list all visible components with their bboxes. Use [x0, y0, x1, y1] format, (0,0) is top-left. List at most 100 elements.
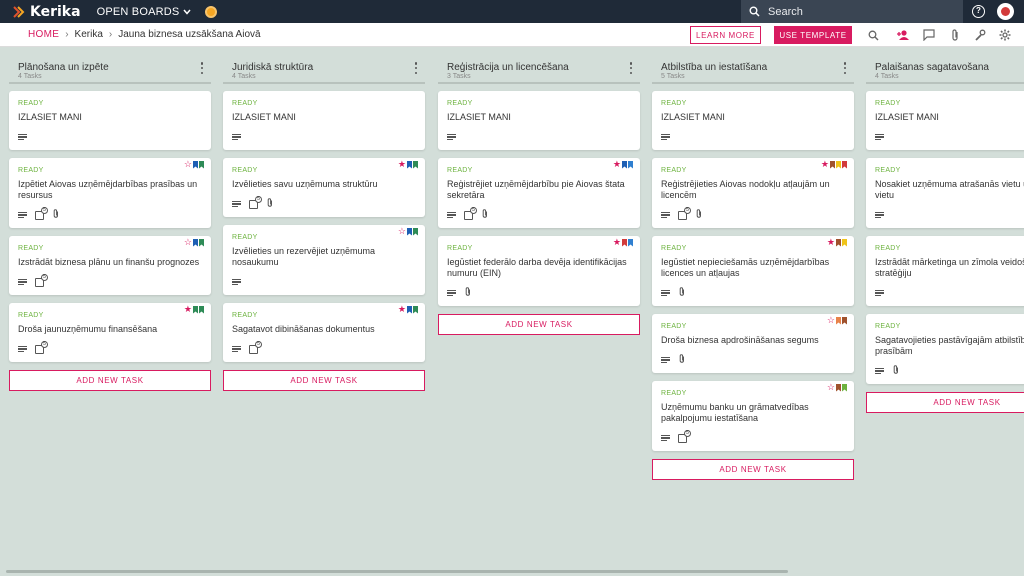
card-indicators [447, 287, 631, 298]
card-tags: ★ [613, 160, 633, 169]
avatar-image [1001, 7, 1010, 16]
more-vert-icon[interactable] [200, 62, 204, 74]
bookmark-tag-icon [622, 238, 627, 247]
settings-gear-icon[interactable] [998, 28, 1012, 42]
task-card[interactable]: ☆ READY Izvēlieties un rezervējiet uzņēmum… [223, 225, 425, 295]
star-outline-icon[interactable]: ☆ [827, 316, 835, 325]
task-card[interactable]: READY IZLASIET MANI [438, 91, 640, 150]
open-boards-menu[interactable]: OPEN BOARDS [97, 6, 192, 18]
star-filled-icon[interactable]: ★ [613, 160, 621, 169]
card-status: READY [875, 245, 901, 252]
task-card[interactable]: READY IZLASIET MANI [9, 91, 211, 150]
card-indicators [875, 365, 1024, 376]
task-card[interactable]: ★ READY Droša jaunuzņēmumu finansēšana 5 [9, 303, 211, 362]
search-box[interactable]: Search [741, 0, 963, 23]
wrench-icon[interactable] [973, 28, 987, 42]
task-card[interactable]: ☆ READY Uzņēmumu banku un grāmatvedības pa… [652, 381, 854, 451]
add-person-icon[interactable] [896, 28, 910, 42]
checklist-count: 5 [255, 195, 262, 203]
avatar[interactable] [997, 3, 1014, 20]
bookmark-tag-icon [199, 160, 204, 169]
card-indicators [875, 210, 1024, 220]
use-template-button[interactable]: USE TEMPLATE [774, 26, 852, 44]
add-new-task-button[interactable]: ADD NEW TASK [9, 370, 211, 391]
task-card[interactable]: ★ READY Iegūstiet nepieciešamās uzņēmējdar… [652, 236, 854, 306]
star-outline-icon[interactable]: ☆ [184, 238, 192, 247]
bookmark-tag-icon [836, 383, 841, 392]
column-task-count: 4 Tasks [18, 73, 42, 80]
column-header: Palaišanas sagatavošana 4 Tasks [866, 56, 1024, 84]
breadcrumb-workspace[interactable]: Kerika [75, 29, 103, 40]
attachment-icon [695, 209, 703, 221]
task-card[interactable]: READY Izstrādāt mārketinga un zīmola veid… [866, 236, 1024, 306]
star-filled-icon[interactable]: ★ [398, 160, 406, 169]
sun-icon[interactable] [205, 5, 218, 18]
task-card[interactable]: READY IZLASIET MANI [652, 91, 854, 150]
more-vert-icon[interactable] [414, 62, 418, 74]
task-card[interactable]: ★ READY Izvēlieties savu uzņēmuma struktūr… [223, 158, 425, 217]
star-filled-icon[interactable]: ★ [398, 305, 406, 314]
card-status: READY [875, 323, 901, 330]
learn-more-button[interactable]: LEARN MORE [690, 26, 761, 44]
task-card[interactable]: ☆ READY Droša biznesa apdrošināšanas segum… [652, 314, 854, 373]
board-search-icon[interactable] [866, 28, 880, 42]
star-filled-icon[interactable]: ★ [821, 160, 829, 169]
task-card[interactable]: ★ READY Reģistrējieties Aiovas nodokļu atļ… [652, 158, 854, 228]
description-icon [447, 133, 456, 141]
add-new-task-button[interactable]: ADD NEW TASK [438, 314, 640, 335]
task-card[interactable]: ★ READY Reģistrējiet uzņēmējdarbību pie Ai… [438, 158, 640, 228]
card-tags: ★ [398, 305, 418, 314]
column-title[interactable]: Reģistrācija un licencēšana [447, 62, 569, 73]
task-card[interactable]: ☆ READY Izpētiet Aiovas uzņēmējdarbības pr… [9, 158, 211, 228]
description-icon [661, 434, 670, 442]
star-filled-icon[interactable]: ★ [613, 238, 621, 247]
column-title[interactable]: Juridiskā struktūra [232, 62, 313, 73]
card-indicators: 5 [18, 206, 202, 220]
checklist-count: 5 [41, 340, 48, 348]
card-status: READY [875, 167, 901, 174]
card-title: Izvēlieties savu uzņēmuma struktūru [232, 179, 378, 189]
task-card[interactable]: ☆ READY Izstrādāt biznesa plānu un finanšu… [9, 236, 211, 295]
checklist-icon: 5 [35, 273, 48, 287]
kerika-logo[interactable]: Kerika [12, 4, 81, 20]
bookmark-tag-icon [413, 305, 418, 314]
card-status: READY [875, 100, 901, 107]
breadcrumb-home[interactable]: HOME [28, 29, 59, 40]
chat-icon[interactable] [922, 28, 936, 42]
star-outline-icon[interactable]: ☆ [827, 383, 835, 392]
checklist-icon: 5 [464, 206, 477, 220]
add-new-task-button[interactable]: ADD NEW TASK [866, 392, 1024, 413]
star-filled-icon[interactable]: ★ [827, 238, 835, 247]
star-filled-icon[interactable]: ★ [184, 305, 192, 314]
card-tags: ★ [821, 160, 847, 169]
column-title[interactable]: Palaišanas sagatavošana [875, 62, 989, 73]
more-vert-icon[interactable] [843, 62, 847, 74]
card-indicators [875, 288, 1024, 298]
card-title: Izstrādāt mārketinga un zīmola veidošan … [875, 257, 1024, 278]
card-indicators: 5 [232, 195, 416, 209]
column-title[interactable]: Atbilstība un iestatīšana [661, 62, 767, 73]
task-card[interactable]: READY IZLASIET MANI [223, 91, 425, 150]
task-card[interactable]: READY Nosakiet uzņēmuma atrašanās vietu u… [866, 158, 1024, 228]
add-new-task-button[interactable]: ADD NEW TASK [652, 459, 854, 480]
bookmark-tag-icon [842, 316, 847, 325]
open-boards-label: OPEN BOARDS [96, 5, 180, 18]
help-icon[interactable]: ? [972, 5, 985, 18]
card-indicators [661, 287, 845, 298]
star-outline-icon[interactable]: ☆ [398, 227, 406, 236]
description-icon [875, 367, 884, 375]
task-card[interactable]: ★ READY Iegūstiet federālo darba devēja id… [438, 236, 640, 306]
more-vert-icon[interactable] [629, 62, 633, 74]
task-card[interactable]: ★ READY Sagatavot dibināšanas dokumentus 5 [223, 303, 425, 362]
checklist-icon: 5 [35, 340, 48, 354]
card-list: READY IZLASIET MANI ★ READY Reģistrējieties … [652, 84, 854, 480]
horizontal-scrollbar[interactable] [6, 570, 788, 573]
task-card[interactable]: READY Sagatavojieties pastāvīgajām atbils… [866, 314, 1024, 384]
column-task-count: 3 Tasks [447, 73, 471, 80]
add-new-task-button[interactable]: ADD NEW TASK [223, 370, 425, 391]
star-outline-icon[interactable]: ☆ [184, 160, 192, 169]
attachment-icon[interactable] [948, 28, 962, 42]
column-title[interactable]: Plānošana un izpēte [18, 62, 109, 73]
task-card[interactable]: READY IZLASIET MANI [866, 91, 1024, 150]
search-input[interactable]: Search [768, 6, 803, 18]
